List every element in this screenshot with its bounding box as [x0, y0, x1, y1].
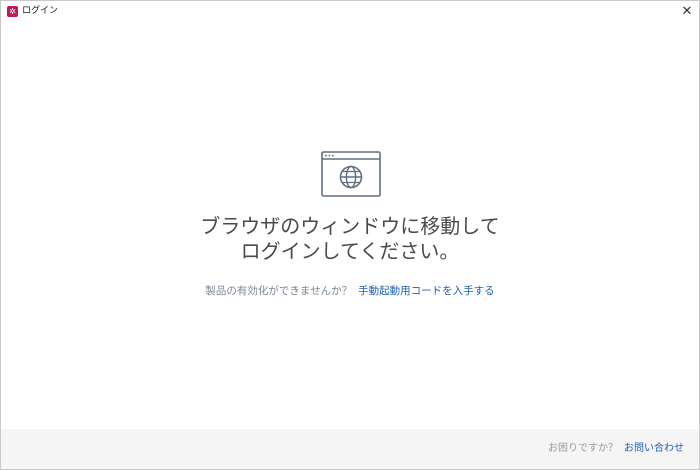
window-title: ログイン	[22, 6, 59, 16]
app-logo-icon: ✲	[7, 6, 18, 17]
browser-globe-icon	[321, 151, 381, 197]
manual-activation-code-link[interactable]: 手動起動用コードを入手する	[358, 285, 495, 297]
help-question: お困りですか？	[548, 443, 618, 454]
heading-line-1: ブラウザのウィンドウに移動して	[200, 214, 500, 238]
contact-us-link[interactable]: お問い合わせ	[624, 443, 684, 454]
close-button[interactable]: ✕	[675, 1, 699, 23]
heading-line-2: ログインしてください。	[240, 239, 460, 263]
footer-bar: お困りですか？ お問い合わせ	[1, 429, 699, 469]
activation-question: 製品の有効化ができませんか？	[205, 285, 353, 297]
main-content: ブラウザのウィンドウに移動して ログインしてください。 製品の有効化ができません…	[1, 23, 699, 429]
help-area: お困りですか？ お問い合わせ	[548, 442, 684, 456]
login-window: ✲ ログイン ✕ ブラウザのウィンドウに移動して ログインしてください。 製品の…	[0, 0, 700, 470]
title-bar: ✲ ログイン ✕	[1, 1, 699, 23]
activation-help: 製品の有効化ができませんか？ 手動起動用コードを入手する	[1, 284, 699, 298]
